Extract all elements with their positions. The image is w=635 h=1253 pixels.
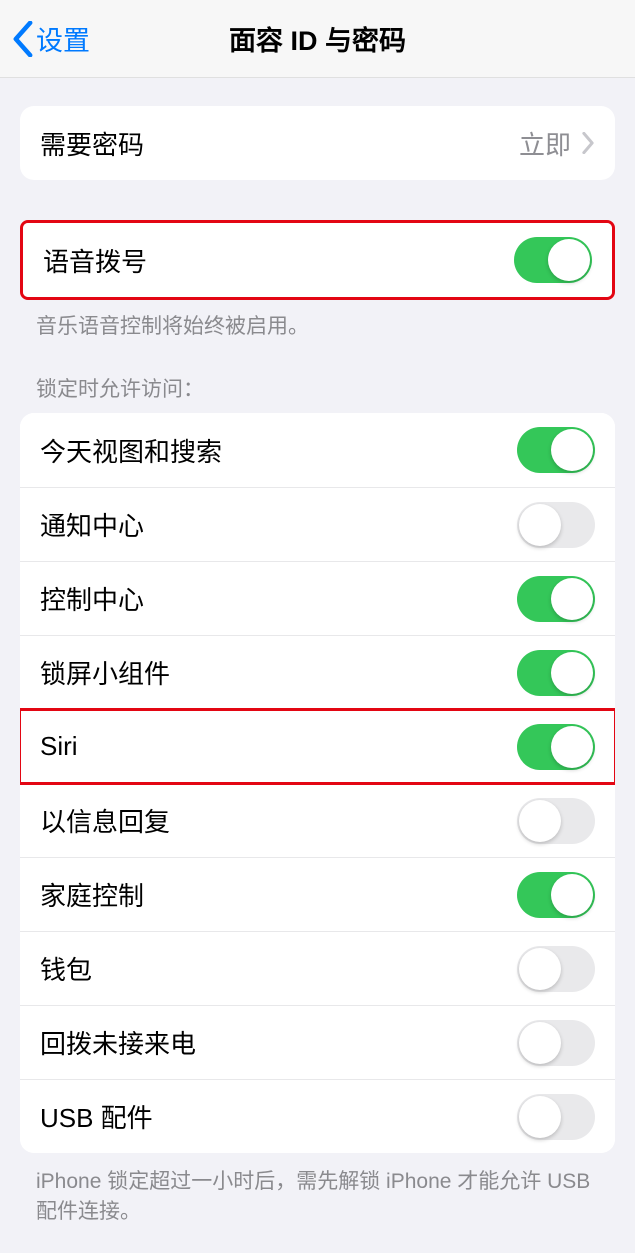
toggle-knob: [519, 1022, 561, 1064]
lock-access-label: 控制中心: [40, 580, 517, 617]
lock-access-label: USB 配件: [40, 1098, 517, 1135]
lock-access-label: 家庭控制: [40, 876, 517, 913]
toggle-knob: [519, 504, 561, 546]
lock-access-row: 家庭控制: [20, 857, 615, 931]
lock-access-label: 以信息回复: [40, 802, 517, 839]
chevron-right-icon: [581, 132, 595, 154]
lock-access-toggle[interactable]: [517, 1020, 595, 1066]
require-passcode-row[interactable]: 需要密码 立即: [20, 106, 615, 180]
lock-access-row: 控制中心: [20, 561, 615, 635]
lock-access-row: 以信息回复: [20, 783, 615, 857]
voice-dial-label: 语音拨号: [43, 242, 514, 279]
lock-access-row: USB 配件: [20, 1079, 615, 1153]
lock-access-row: Siri: [20, 709, 615, 783]
lock-access-label: 锁屏小组件: [40, 654, 517, 691]
lock-access-header: 锁定时允许访问：: [36, 373, 599, 403]
lock-access-toggle[interactable]: [517, 946, 595, 992]
toggle-knob: [548, 239, 590, 281]
lock-access-toggle[interactable]: [517, 1094, 595, 1140]
page-title: 面容 ID 与密码: [229, 19, 406, 58]
toggle-knob: [519, 948, 561, 990]
toggle-knob: [551, 652, 593, 694]
lock-access-toggle[interactable]: [517, 502, 595, 548]
lock-access-toggle[interactable]: [517, 798, 595, 844]
toggle-knob: [551, 726, 593, 768]
lock-access-row: 回拨未接来电: [20, 1005, 615, 1079]
voice-dial-footer: 音乐语音控制将始终被启用。: [36, 312, 599, 341]
lock-access-group: 今天视图和搜索通知中心控制中心锁屏小组件 Siri 以信息回复家庭控制钱包回拨未接来…: [20, 413, 615, 1153]
lock-access-row: 钱包: [20, 931, 615, 1005]
back-button[interactable]: 设置: [12, 19, 90, 58]
voice-dial-toggle[interactable]: [514, 237, 592, 283]
lock-access-toggle[interactable]: [517, 650, 595, 696]
lock-access-toggle[interactable]: [517, 872, 595, 918]
toggle-knob: [551, 874, 593, 916]
lock-access-row: 通知中心: [20, 487, 615, 561]
toggle-knob: [551, 429, 593, 471]
lock-access-label: Siri: [40, 731, 517, 762]
toggle-knob: [519, 1096, 561, 1138]
voice-dial-row: 语音拨号: [23, 223, 612, 297]
lock-access-label: 钱包: [40, 950, 517, 987]
chevron-left-icon: [12, 21, 34, 57]
require-passcode-label: 需要密码: [40, 125, 519, 162]
lock-access-toggle[interactable]: [517, 724, 595, 770]
lock-access-toggle[interactable]: [517, 576, 595, 622]
toggle-knob: [551, 578, 593, 620]
lock-access-row: 今天视图和搜索: [20, 413, 615, 487]
lock-access-label: 今天视图和搜索: [40, 432, 517, 469]
back-label: 设置: [36, 19, 90, 58]
voice-dial-group: 语音拨号: [20, 220, 615, 300]
require-passcode-value: 立即: [519, 125, 571, 162]
lock-access-label: 通知中心: [40, 506, 517, 543]
passcode-group: 需要密码 立即: [20, 106, 615, 180]
nav-bar: 设置 面容 ID 与密码: [0, 0, 635, 78]
lock-access-label: 回拨未接来电: [40, 1024, 517, 1061]
lock-access-row: 锁屏小组件: [20, 635, 615, 709]
toggle-knob: [519, 800, 561, 842]
lock-access-toggle[interactable]: [517, 427, 595, 473]
lock-access-footer: iPhone 锁定超过一小时后，需先解锁 iPhone 才能允许 USB 配件连…: [36, 1167, 599, 1226]
